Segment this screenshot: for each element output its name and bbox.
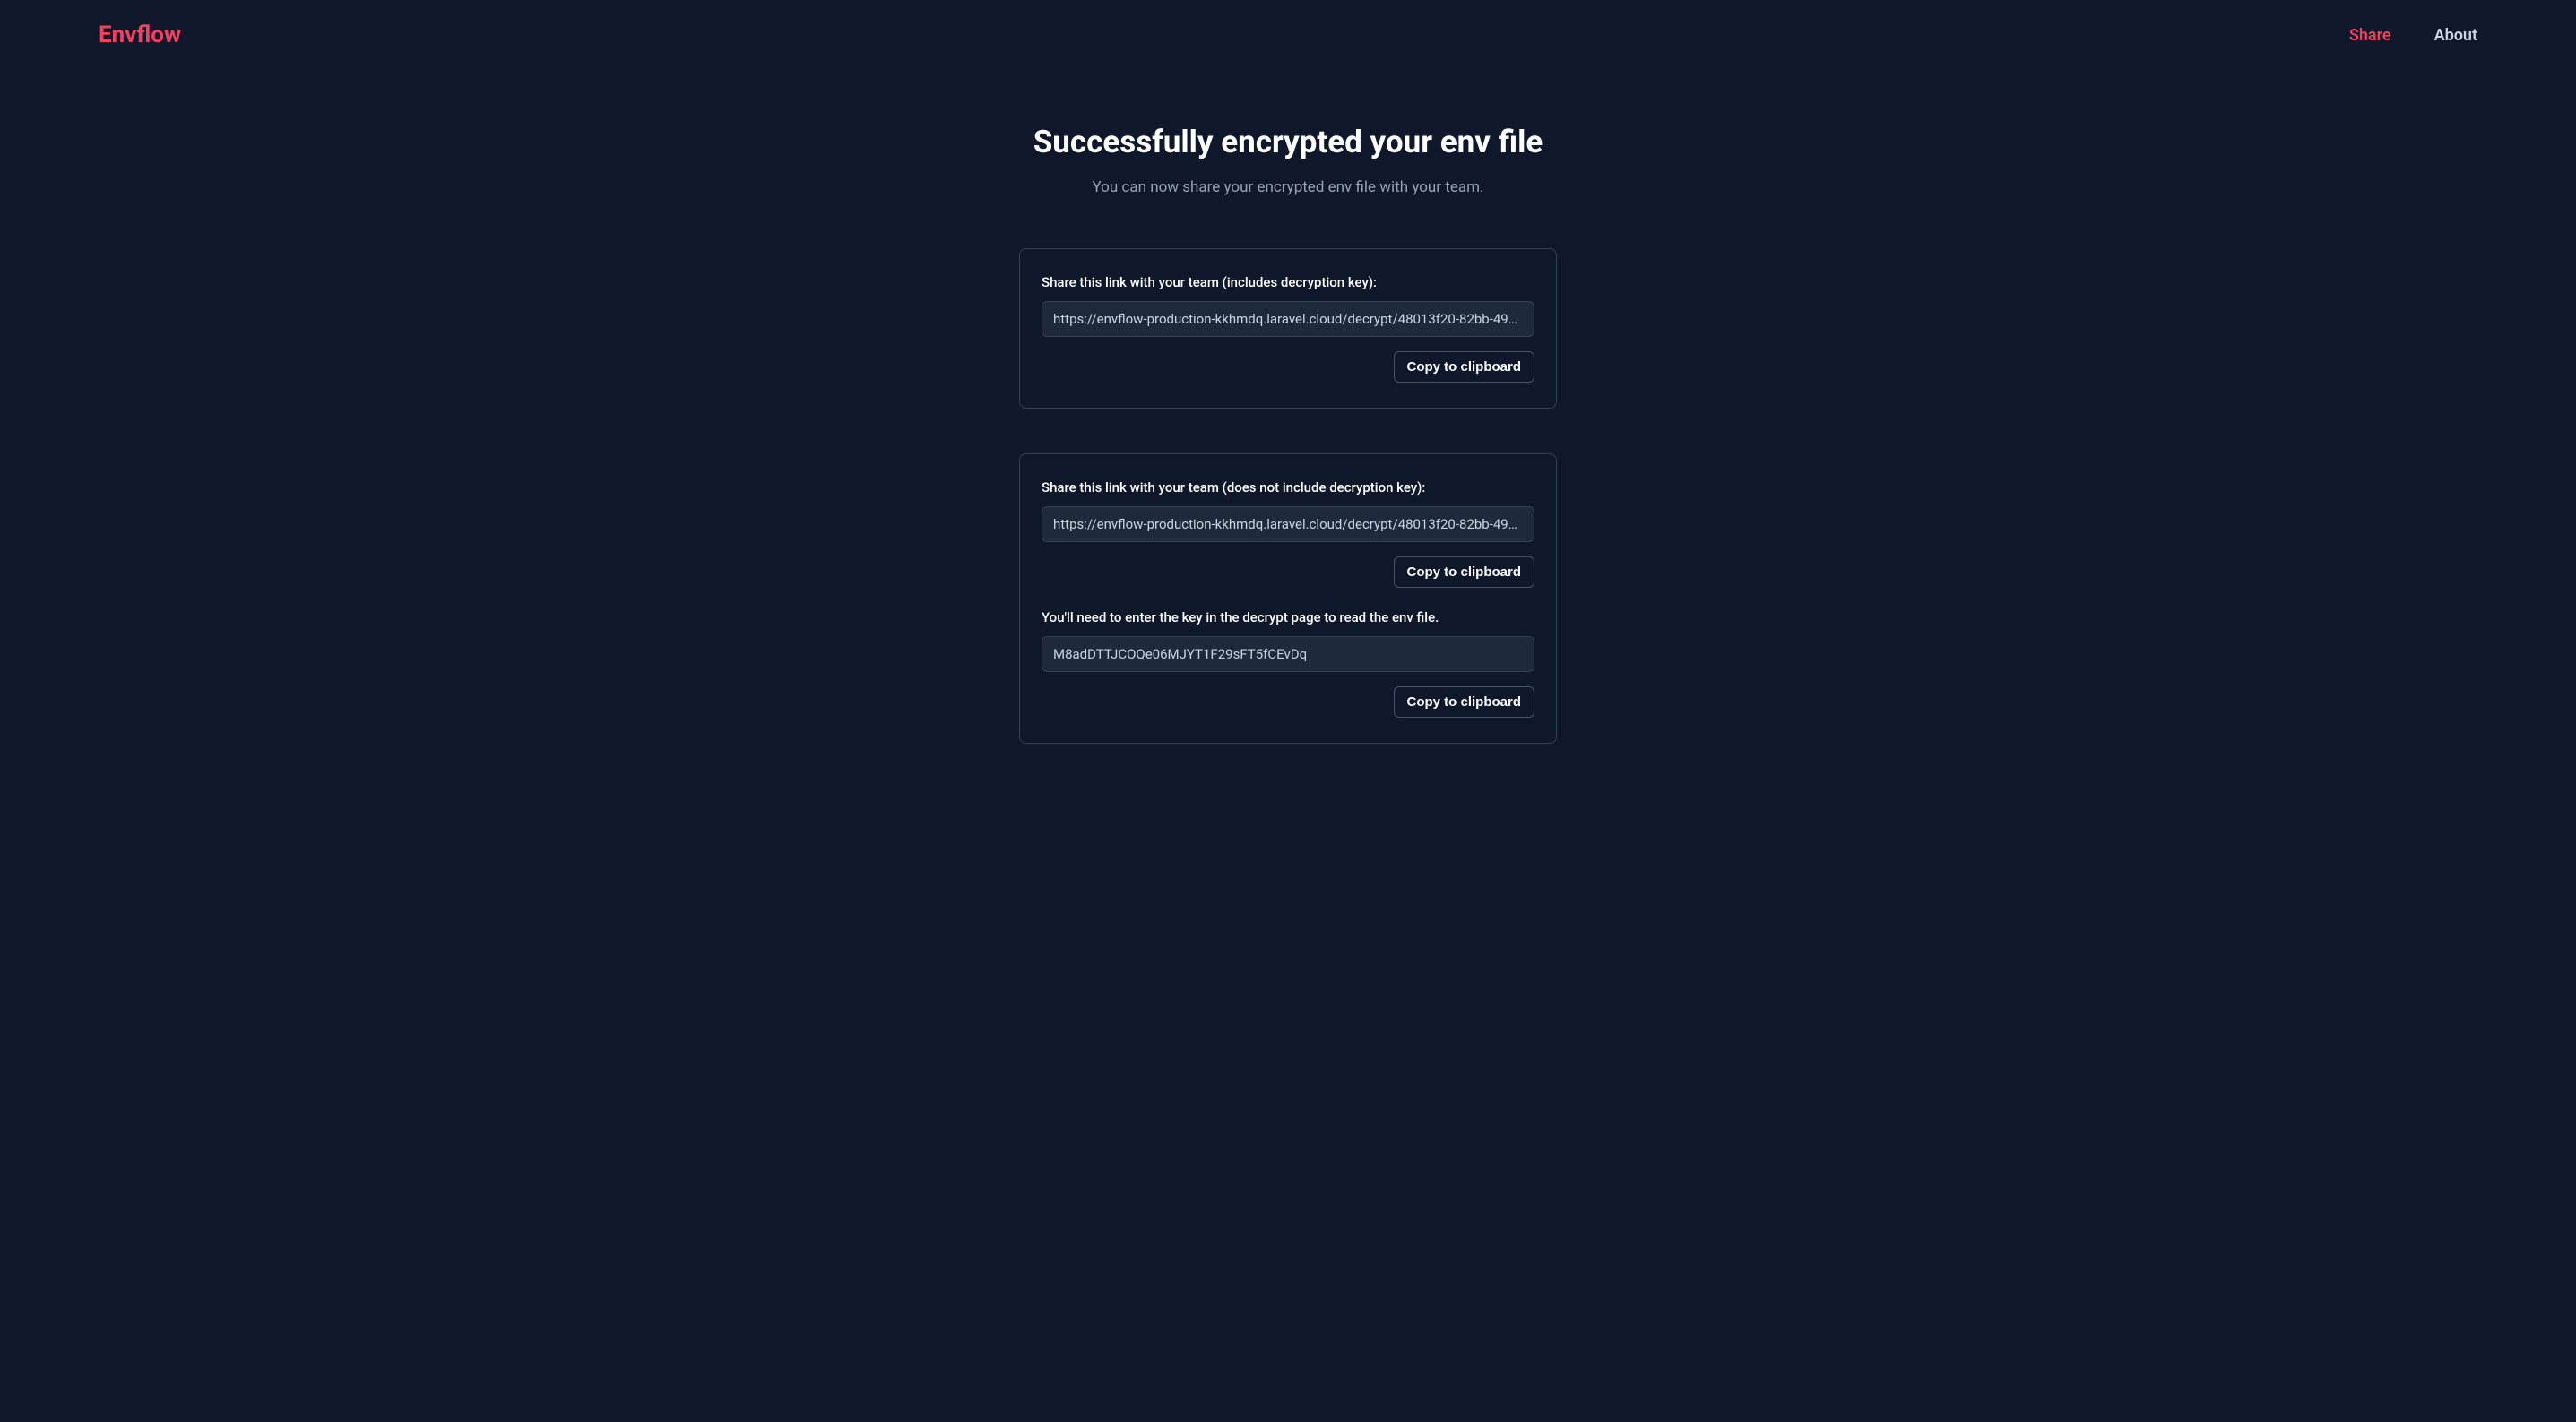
button-row: Copy to clipboard xyxy=(1042,351,1534,383)
share-without-key-field[interactable]: https://envflow-production-kkhmdq.larave… xyxy=(1042,506,1534,542)
decryption-key-label: You'll need to enter the key in the decr… xyxy=(1042,609,1534,625)
nav-share[interactable]: Share xyxy=(2349,26,2391,45)
copy-with-key-button[interactable]: Copy to clipboard xyxy=(1394,351,1535,383)
header: Envflow Share About xyxy=(0,0,2576,70)
button-row: Copy to clipboard xyxy=(1042,686,1534,718)
page-subtitle: You can now share your encrypted env fil… xyxy=(1019,178,1557,196)
decryption-key-field[interactable]: M8adDTTJCOQe06MJYT1F29sFT5fCEvDq xyxy=(1042,636,1534,672)
main-content: Successfully encrypted your env file You… xyxy=(1001,70,1575,842)
share-with-key-field[interactable]: https://envflow-production-kkhmdq.larave… xyxy=(1042,301,1534,337)
button-row: Copy to clipboard xyxy=(1042,556,1534,588)
share-without-key-label: Share this link with your team (does not… xyxy=(1042,479,1534,496)
share-with-key-label: Share this link with your team (includes… xyxy=(1042,274,1534,290)
share-without-key-card: Share this link with your team (does not… xyxy=(1019,453,1557,744)
page-title: Successfully encrypted your env file xyxy=(1019,124,1557,160)
nav-about[interactable]: About xyxy=(2434,26,2477,45)
share-with-key-card: Share this link with your team (includes… xyxy=(1019,248,1557,409)
copy-without-key-button[interactable]: Copy to clipboard xyxy=(1394,556,1535,588)
logo[interactable]: Envflow xyxy=(99,22,181,48)
nav: Share About xyxy=(2349,26,2477,45)
copy-key-button[interactable]: Copy to clipboard xyxy=(1394,686,1535,718)
